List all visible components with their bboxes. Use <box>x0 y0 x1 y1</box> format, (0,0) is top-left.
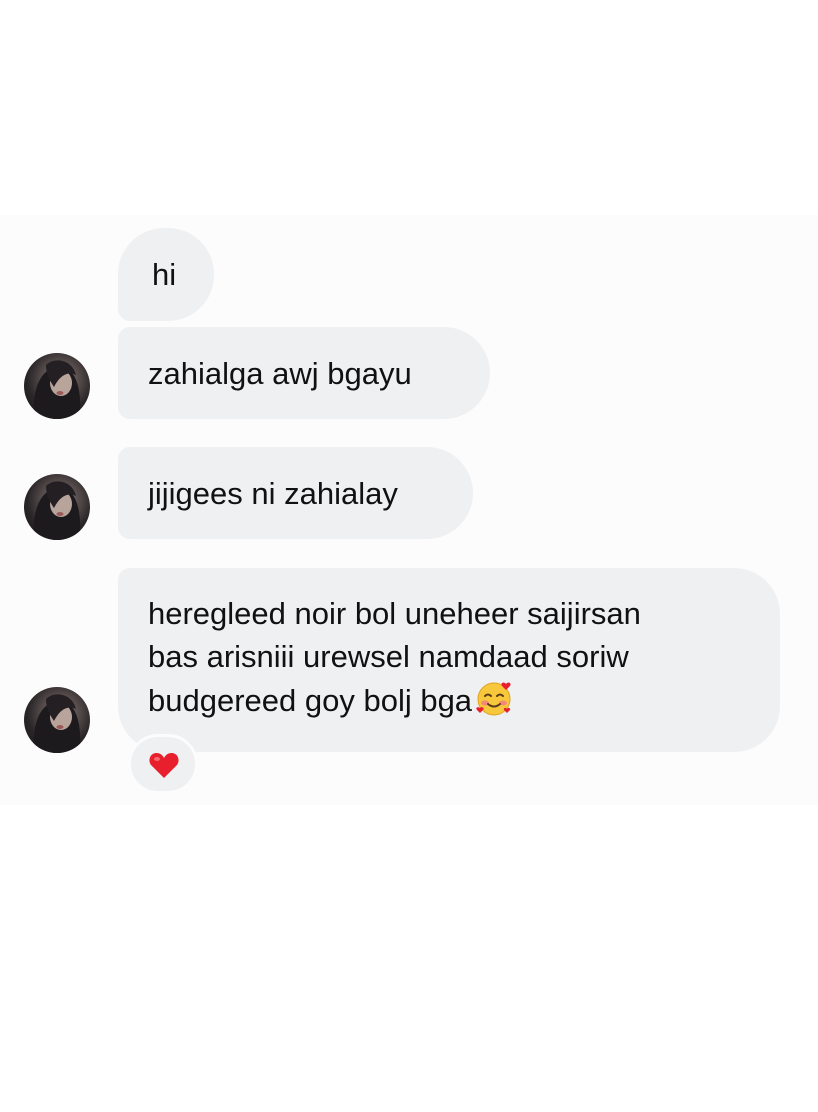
message-bubble[interactable]: hi <box>118 228 214 321</box>
avatar[interactable] <box>24 353 90 419</box>
message-text: zahialga awj bgayu <box>148 356 412 391</box>
red-heart-icon <box>149 753 179 778</box>
message-bubble[interactable]: zahialga awj bgayu <box>118 327 490 419</box>
message-text: jijigees ni zahialay <box>148 476 398 511</box>
reaction-badge[interactable] <box>128 734 198 794</box>
message-text: budgereed goy bolj bga <box>148 683 473 718</box>
message-bubble[interactable]: jijigees ni zahialay <box>118 447 473 539</box>
message-text: hi <box>152 257 177 292</box>
avatar[interactable] <box>24 687 90 753</box>
message-bubble[interactable]: heregleed noir bol uneheer saijirsan bas… <box>118 568 780 752</box>
smiling-face-with-hearts-icon <box>474 678 514 718</box>
message-text-line-last: budgereed goy bolj bga <box>148 678 780 722</box>
avatar[interactable] <box>24 474 90 540</box>
message-text-line: bas arisniii urewsel namdaad soriw <box>148 639 629 674</box>
message-text-line: heregleed noir bol uneheer saijirsan <box>148 596 641 631</box>
